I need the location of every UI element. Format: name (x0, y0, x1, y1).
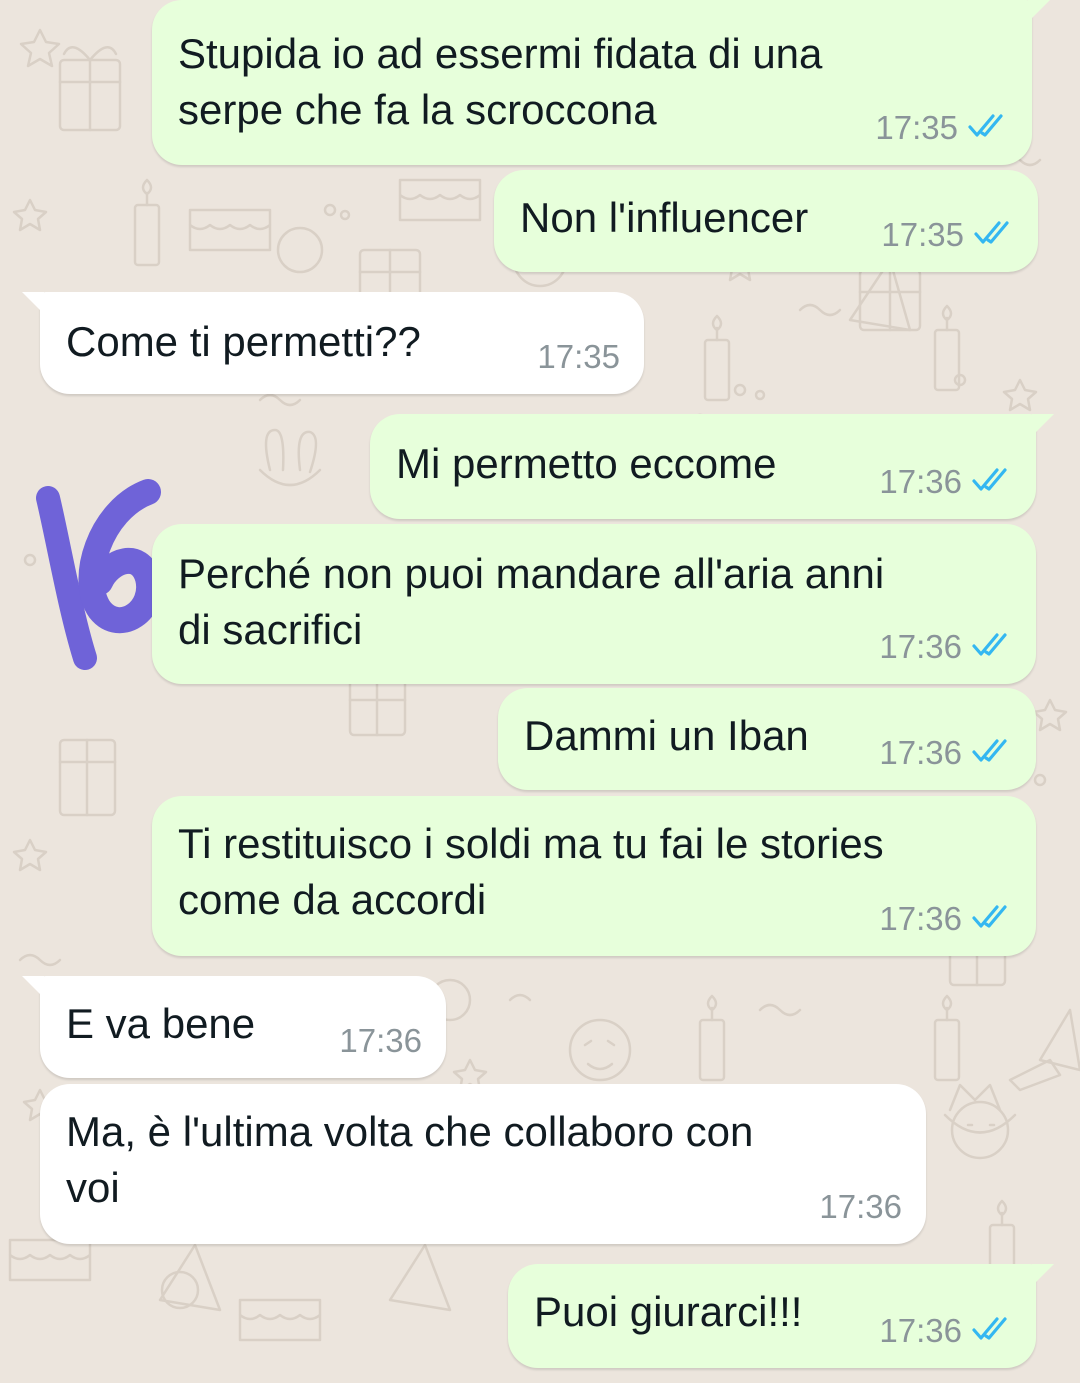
message-meta: 17:35 (537, 338, 620, 376)
message-meta: 17:36 (879, 734, 1012, 772)
message-bubble-outgoing[interactable]: Ti restituisco i soldi ma tu fai le stor… (152, 796, 1036, 956)
message-time: 17:36 (819, 1188, 902, 1225)
read-double-check-icon (972, 904, 1012, 935)
read-double-check-icon (972, 738, 1012, 769)
message-meta: 17:36 (339, 1022, 422, 1060)
handwritten-scribble-annotation (36, 479, 163, 670)
message-time: 17:36 (879, 463, 962, 500)
message-text: Dammi un Iban (524, 712, 809, 759)
message-text: Non l'influencer (520, 194, 809, 241)
message-time: 17:35 (881, 216, 964, 253)
message-text: Ti restituisco i soldi ma tu fai le stor… (178, 820, 884, 923)
message-text: Ma, è l'ultima volta che collaboro con v… (66, 1108, 754, 1211)
read-double-check-icon (972, 467, 1012, 498)
message-text: Stupida io ad essermi fidata di una serp… (178, 30, 823, 133)
message-text: Perché non puoi mandare all'aria anni di… (178, 550, 885, 653)
read-double-check-icon (972, 632, 1012, 663)
message-bubble-outgoing[interactable]: Non l'influencer 17:35 (494, 170, 1038, 272)
message-meta: 17:36 (819, 1188, 902, 1226)
message-time: 17:36 (879, 900, 962, 937)
message-bubble-outgoing[interactable]: Stupida io ad essermi fidata di una serp… (152, 0, 1050, 165)
message-bubble-outgoing[interactable]: Mi permetto eccome 17:36 (370, 414, 1054, 519)
bubble-tail (22, 292, 44, 314)
message-time: 17:35 (875, 109, 958, 146)
message-time: 17:36 (879, 734, 962, 771)
message-meta: 17:36 (879, 1312, 1012, 1350)
message-meta: 17:35 (881, 216, 1014, 254)
message-time: 17:36 (879, 628, 962, 665)
message-time: 17:36 (879, 1312, 962, 1349)
read-double-check-icon (972, 1316, 1012, 1347)
message-meta: 17:36 (879, 628, 1012, 666)
bubble-tail (1028, 0, 1050, 22)
message-text: Mi permetto eccome (396, 440, 777, 487)
message-meta: 17:36 (879, 900, 1012, 938)
message-text: E va bene (66, 1000, 256, 1047)
bubble-tail (1032, 414, 1054, 436)
bubble-tail (1032, 1264, 1054, 1286)
read-double-check-icon (968, 113, 1008, 144)
message-time: 17:36 (339, 1022, 422, 1059)
message-time: 17:35 (537, 338, 620, 375)
message-text: Come ti permetti?? (66, 318, 421, 365)
message-bubble-outgoing[interactable]: Puoi giurarci!!! 17:36 (508, 1264, 1054, 1368)
message-bubble-outgoing[interactable]: Perché non puoi mandare all'aria anni di… (152, 524, 1036, 684)
message-bubble-incoming[interactable]: Ma, è l'ultima volta che collaboro con v… (40, 1084, 926, 1244)
message-meta: 17:35 (875, 109, 1008, 147)
message-text: Puoi giurarci!!! (534, 1288, 803, 1335)
message-meta: 17:36 (879, 463, 1012, 501)
bubble-tail (22, 976, 44, 998)
message-bubble-incoming[interactable]: E va bene 17:36 (22, 976, 446, 1078)
message-bubble-outgoing[interactable]: Dammi un Iban 17:36 (498, 688, 1036, 790)
read-double-check-icon (974, 220, 1014, 251)
message-bubble-incoming[interactable]: Come ti permetti?? 17:35 (22, 292, 644, 394)
